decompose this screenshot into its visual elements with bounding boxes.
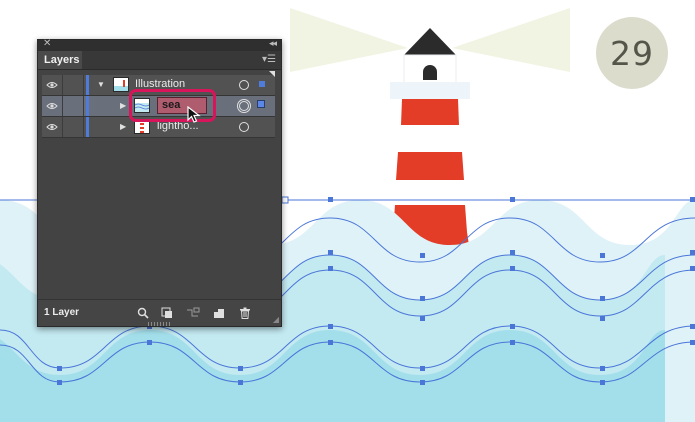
mouse-cursor-icon: [187, 106, 201, 123]
lock-toggle[interactable]: [63, 117, 84, 137]
layer-count: 1 Layer: [44, 307, 80, 318]
selection-corner-icon: [269, 71, 275, 77]
trash-icon[interactable]: [238, 306, 252, 320]
visibility-toggle[interactable]: [42, 75, 63, 95]
tab-layers[interactable]: Layers: [38, 51, 82, 69]
eye-icon: [46, 82, 58, 88]
panel-statusbar: 1 Layer ◢: [38, 299, 281, 326]
lock-toggle[interactable]: [63, 96, 84, 116]
new-layer-icon[interactable]: [212, 306, 226, 320]
search-icon[interactable]: [136, 306, 150, 320]
lock-toggle[interactable]: [63, 75, 84, 95]
layers-panel: ✕ ◂◂ Layers ▾☰ ▼ Illustration ▶ ▶ lighth…: [37, 38, 282, 327]
expand-down-icon[interactable]: ▼: [97, 80, 105, 89]
visibility-toggle[interactable]: [42, 96, 63, 116]
panel-tab-row: Layers ▾☰: [38, 51, 281, 70]
eye-icon: [46, 103, 58, 109]
selection-indicator[interactable]: [257, 100, 265, 108]
resize-corner-icon[interactable]: ◢: [273, 315, 279, 324]
eye-icon: [46, 124, 58, 130]
panel-resize-grip[interactable]: [148, 322, 170, 326]
step-badge: 29: [596, 17, 668, 89]
visibility-toggle[interactable]: [42, 117, 63, 137]
layer-color-bar: [86, 117, 89, 137]
selection-indicator[interactable]: [259, 81, 265, 87]
target-icon[interactable]: [239, 80, 249, 90]
light-beam-right: [452, 8, 570, 72]
step-number: 29: [610, 33, 654, 73]
highlight-callout: [129, 89, 216, 122]
target-icon[interactable]: [237, 99, 251, 113]
expand-right-icon[interactable]: ▶: [120, 122, 126, 131]
expand-right-icon[interactable]: ▶: [120, 101, 126, 110]
panel-titlebar[interactable]: ✕ ◂◂: [38, 38, 281, 51]
collapse-icon[interactable]: ◂◂: [269, 38, 277, 49]
new-sublayer-icon[interactable]: [186, 306, 200, 320]
target-icon[interactable]: [239, 122, 249, 132]
layer-color-bar: [86, 75, 89, 95]
lighthouse: [390, 28, 470, 252]
layer-color-bar: [86, 96, 89, 116]
panel-menu-icon[interactable]: ▾☰: [262, 54, 276, 65]
clipping-mask-icon[interactable]: [160, 306, 174, 320]
layer-thumbnail: [113, 77, 129, 92]
light-beam-left: [290, 8, 408, 72]
close-icon[interactable]: ✕: [43, 38, 51, 49]
